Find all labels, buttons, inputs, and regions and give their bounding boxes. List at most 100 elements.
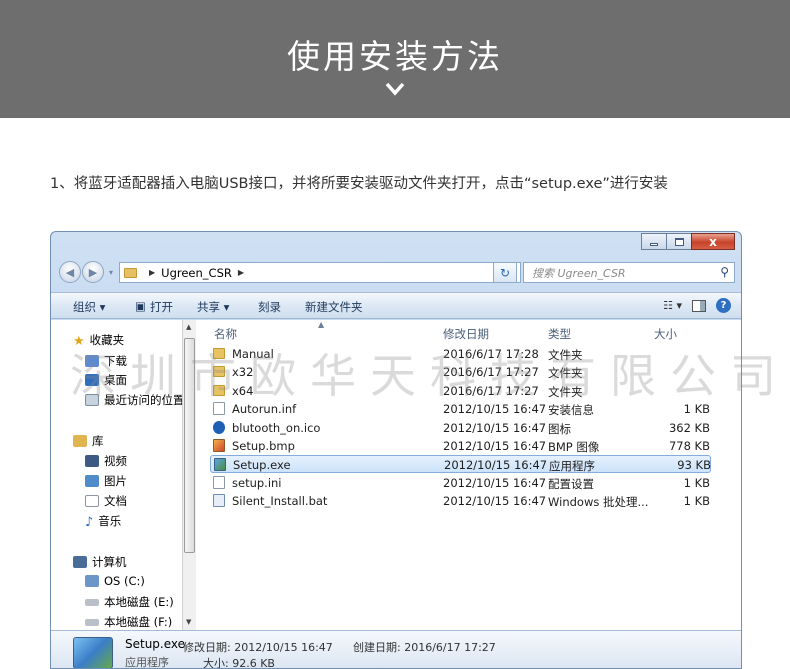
scrollbar-thumb[interactable] — [184, 338, 195, 553]
scroll-up-icon[interactable]: ▲ — [186, 323, 191, 331]
open-button[interactable]: 打开 — [150, 299, 173, 315]
star-icon: ★ — [73, 334, 85, 349]
nav-drive-e[interactable]: 本地磁盘 (E:) — [85, 594, 174, 610]
caption-buttons: x — [641, 233, 735, 250]
file-row[interactable]: Manual 2016/6/17 17:28 文件夹 — [210, 345, 711, 363]
refresh-button[interactable]: ↻ — [493, 262, 517, 283]
file-date: 2016/6/17 17:27 — [443, 383, 539, 398]
nav-music[interactable]: ♪ 音乐 — [85, 513, 121, 530]
burn-button[interactable]: 刻录 — [258, 299, 281, 315]
nav-label: 图片 — [104, 474, 127, 488]
scroll-down-icon[interactable]: ▼ — [186, 618, 191, 626]
column-header-size[interactable]: 大小 — [654, 326, 677, 342]
search-placeholder: 搜索 Ugreen_CSR — [532, 266, 626, 280]
file-name: x64 — [232, 383, 254, 398]
help-icon[interactable]: ? — [716, 298, 731, 313]
column-header-date[interactable]: 修改日期 — [443, 326, 489, 342]
file-date: 2012/10/15 16:47 — [444, 458, 548, 473]
file-row[interactable]: blutooth_on.ico 2012/10/15 16:47 图标 362 KB — [210, 419, 711, 437]
recent-pages-dropdown[interactable]: ▾ — [106, 261, 116, 283]
downloads-icon — [85, 355, 99, 367]
navigation-bar: ◀ ▶ ▾ ▶ Ugreen_CSR ▶ ▼ ↻ 搜索 Ugreen_CSR ⚲ — [51, 259, 741, 289]
nav-videos[interactable]: 视频 — [85, 453, 127, 469]
file-type: 文件夹 — [548, 348, 583, 362]
nav-label: 本地磁盘 (F:) — [104, 615, 173, 629]
file-row[interactable]: x32 2016/6/17 17:27 文件夹 — [210, 363, 711, 381]
nav-drive-c[interactable]: OS (C:) — [85, 574, 145, 588]
view-controls: ☷ ▾ ? — [663, 298, 731, 313]
details-created: 创建日期: 2016/6/17 17:27 — [353, 641, 496, 654]
close-button[interactable]: x — [691, 233, 735, 250]
file-name: setup.ini — [232, 475, 282, 490]
folder-icon — [124, 267, 137, 278]
file-row[interactable]: setup.ini 2012/10/15 16:47 配置设置 1 KB — [210, 474, 711, 492]
search-icon[interactable]: ⚲ — [720, 265, 729, 279]
file-name: Autorun.inf — [232, 402, 297, 417]
back-arrow-icon: ◀ — [65, 265, 75, 279]
nav-recent[interactable]: 最近访问的位置 — [85, 392, 185, 408]
nav-documents[interactable]: 文档 — [85, 493, 127, 509]
nav-label: 库 — [92, 434, 104, 448]
documents-icon — [85, 495, 99, 507]
file-list: 名称 ▲ 修改日期 类型 大小 Manual 2016/6/17 17:28 文件夹… — [196, 320, 741, 630]
file-size: 1 KB — [683, 494, 710, 509]
file-date: 2016/6/17 17:28 — [443, 347, 539, 361]
file-name: Manual — [232, 347, 274, 361]
music-icon: ♪ — [85, 515, 94, 530]
file-row[interactable]: Setup.exe 2012/10/15 16:47 应用程序 93 KB — [210, 455, 711, 474]
file-bmp-icon — [213, 439, 225, 452]
forward-button[interactable]: ▶ — [82, 261, 104, 283]
refresh-icon: ↻ — [499, 265, 511, 280]
file-row[interactable]: Silent_Install.bat 2012/10/15 16:47 Window… — [210, 492, 711, 510]
breadcrumb-arrow-icon[interactable]: ▶ — [149, 268, 155, 277]
nav-computer[interactable]: 计算机 — [73, 554, 127, 570]
navigation-pane: ★ 收藏夹 下载 桌面 最近访问的位置 库 视频 图片 文档 ♪ 音乐 计算机 … — [51, 320, 195, 630]
file-row[interactable]: Autorun.inf 2012/10/15 16:47 安装信息 1 KB — [210, 400, 711, 418]
recent-places-icon — [85, 394, 99, 406]
nav-drive-f[interactable]: 本地磁盘 (F:) — [85, 614, 172, 630]
nav-favorites[interactable]: ★ 收藏夹 — [73, 332, 124, 349]
nav-label: 文档 — [104, 494, 127, 508]
file-name: Setup.exe — [233, 458, 291, 473]
file-name: Silent_Install.bat — [232, 494, 328, 509]
system-drive-icon — [85, 575, 99, 587]
computer-icon — [73, 556, 87, 568]
videos-icon — [85, 455, 99, 467]
new-folder-button[interactable]: 新建文件夹 — [305, 299, 363, 315]
share-button[interactable]: 共享 ▾ — [197, 299, 229, 315]
maximize-button[interactable] — [666, 233, 692, 250]
details-filename: Setup.exe — [125, 637, 186, 651]
breadcrumb-item[interactable]: Ugreen_CSR — [161, 266, 232, 280]
file-folder-icon — [213, 348, 225, 359]
nav-downloads[interactable]: 下载 — [85, 353, 127, 369]
file-exe-icon — [214, 458, 226, 472]
nav-libraries[interactable]: 库 — [73, 433, 104, 449]
breadcrumb-arrow-icon[interactable]: ▶ — [238, 268, 244, 277]
file-doc-icon — [213, 475, 225, 489]
minimize-button[interactable] — [641, 233, 667, 250]
file-row[interactable]: Setup.bmp 2012/10/15 16:47 BMP 图像 778 KB — [210, 437, 711, 455]
drive-icon — [85, 598, 99, 606]
nav-pictures[interactable]: 图片 — [85, 473, 127, 489]
instruction-text: 1、将蓝牙适配器插入电脑USB接口，并将所要安装驱动文件夹打开，点击“setup… — [50, 176, 668, 192]
organize-button[interactable]: 组织 ▾ — [73, 299, 105, 315]
back-button[interactable]: ◀ — [59, 261, 81, 283]
column-header-name[interactable]: 名称 — [214, 326, 237, 342]
nav-scrollbar[interactable]: ▲ ▼ — [182, 320, 196, 630]
preview-pane-icon[interactable] — [692, 299, 706, 312]
view-options-icon[interactable]: ☷ ▾ — [663, 299, 682, 312]
file-folder-icon — [213, 366, 225, 378]
nav-label: 计算机 — [92, 555, 127, 569]
file-type: 图标 — [548, 421, 571, 436]
address-bar[interactable]: ▶ Ugreen_CSR ▶ ▼ — [119, 262, 521, 283]
chevron-down-icon — [385, 82, 405, 96]
file-row[interactable]: x64 2016/6/17 17:27 文件夹 — [210, 382, 711, 400]
sort-ascending-icon: ▲ — [318, 320, 325, 329]
details-size: 大小: 92.6 KB — [203, 657, 275, 669]
column-header-type[interactable]: 类型 — [548, 326, 571, 342]
nav-desktop[interactable]: 桌面 — [85, 372, 127, 388]
libraries-icon — [73, 435, 87, 447]
search-input[interactable]: 搜索 Ugreen_CSR ⚲ — [523, 262, 735, 283]
details-pane: Setup.exe 应用程序 修改日期: 2012/10/15 16:47 大小… — [51, 630, 741, 669]
file-size: 1 KB — [683, 475, 710, 490]
